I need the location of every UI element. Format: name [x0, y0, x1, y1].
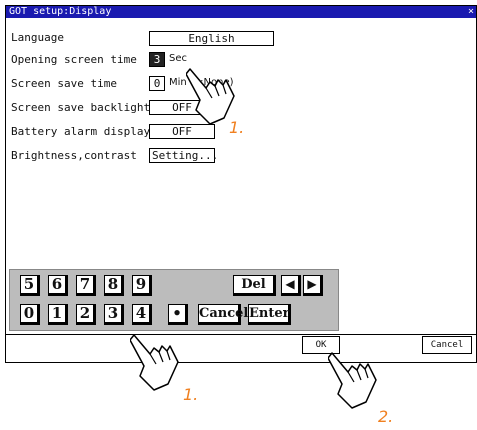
got-setup-display-window: GOT setup:Display × Language English Ope… — [5, 5, 477, 363]
title-bar: GOT setup:Display × — [6, 6, 476, 18]
step-1b-annotation: 1. — [183, 385, 199, 404]
screen-save-backlight-label: Screen save backlight — [11, 101, 151, 114]
cancel-button[interactable]: Cancel — [422, 336, 472, 354]
keypad-cancel-key[interactable]: Cancel — [198, 304, 248, 325]
right-arrow-icon[interactable]: ▶ — [303, 275, 323, 296]
key-5[interactable]: 5 — [20, 275, 40, 296]
brightness-contrast-label: Brightness,contrast — [11, 149, 137, 162]
language-field[interactable]: English — [149, 31, 274, 46]
key-2[interactable]: 2 — [76, 304, 96, 325]
screen-save-time-label: Screen save time — [11, 77, 117, 90]
step-2-annotation: 2. — [378, 407, 394, 426]
pointing-hand-icon — [328, 352, 377, 409]
left-arrow-icon[interactable]: ◀ — [281, 275, 301, 296]
step-1-annotation: 1. — [229, 118, 245, 137]
enter-key[interactable]: Enter — [248, 304, 291, 325]
key-9[interactable]: 9 — [132, 275, 152, 296]
key-7[interactable]: 7 — [76, 275, 96, 296]
key-8[interactable]: 8 — [104, 275, 124, 296]
key-6[interactable]: 6 — [48, 275, 68, 296]
brightness-contrast-button[interactable]: Setting... — [149, 148, 218, 163]
close-icon[interactable]: × — [468, 6, 474, 18]
window-title: GOT setup:Display — [9, 6, 112, 17]
pointing-hand-icon — [130, 334, 179, 391]
screen-save-time-input[interactable]: 0 — [149, 76, 165, 91]
key-4[interactable]: 4 — [132, 304, 152, 325]
key-1[interactable]: 1 — [48, 304, 68, 325]
divider — [6, 334, 476, 335]
opening-screen-time-unit: Sec — [169, 53, 187, 64]
pointing-hand-icon — [186, 68, 235, 125]
key-3[interactable]: 3 — [104, 304, 124, 325]
battery-alarm-display-field[interactable]: OFF — [149, 124, 215, 139]
language-label: Language — [11, 31, 64, 44]
opening-screen-time-input[interactable]: 3 — [149, 52, 165, 67]
opening-screen-time-label: Opening screen time — [11, 53, 137, 66]
decimal-point-key[interactable]: • — [168, 304, 188, 325]
key-0[interactable]: 0 — [20, 304, 40, 325]
numeric-keypad: 5 6 7 8 9 Del ◀ ▶ 0 1 2 3 4 • Cancel Ent… — [9, 269, 339, 331]
delete-key[interactable]: Del — [233, 275, 276, 296]
battery-alarm-display-label: Battery alarm display — [11, 125, 151, 138]
